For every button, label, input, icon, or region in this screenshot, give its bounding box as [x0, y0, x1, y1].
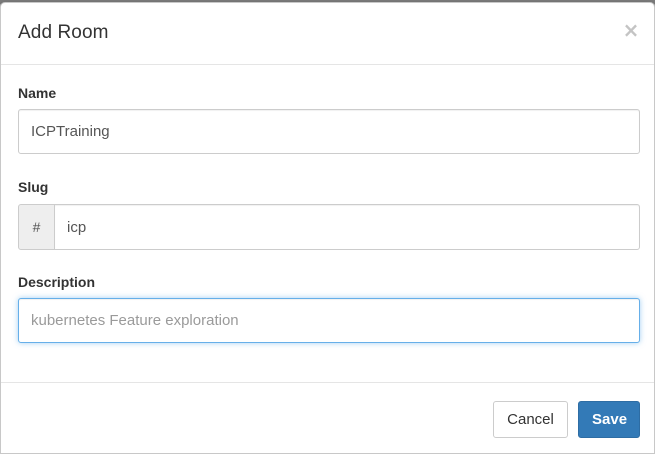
add-room-dialog: Add Room × Name Slug # Description Cance… — [0, 2, 655, 454]
dialog-title: Add Room — [18, 22, 109, 43]
dialog-footer: Cancel Save — [1, 382, 654, 454]
save-button[interactable]: Save — [578, 401, 640, 438]
close-icon[interactable]: × — [622, 20, 640, 40]
slug-label: Slug — [18, 179, 49, 195]
slug-input-group: # — [18, 204, 640, 250]
dialog-header: Add Room × — [1, 3, 654, 65]
description-input[interactable] — [18, 298, 640, 343]
cancel-button[interactable]: Cancel — [493, 401, 568, 438]
name-label: Name — [18, 85, 57, 101]
slug-input[interactable] — [54, 204, 640, 250]
name-input[interactable] — [18, 109, 640, 154]
hash-prefix: # — [18, 204, 55, 250]
description-label: Description — [18, 274, 96, 290]
